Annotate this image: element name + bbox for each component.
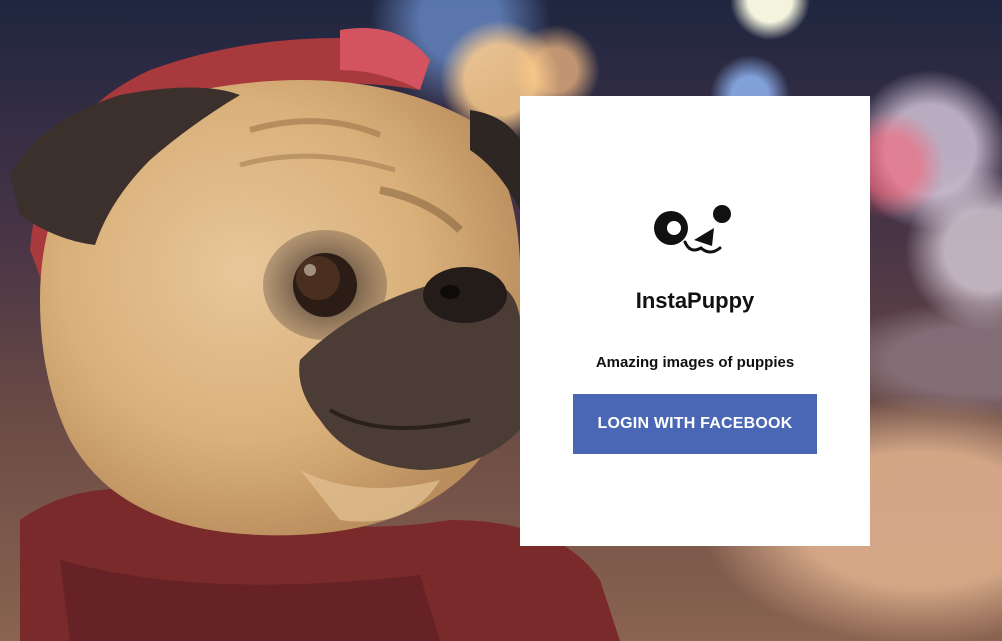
tagline: Amazing images of puppies xyxy=(595,354,795,371)
login-with-facebook-button[interactable]: LOGIN WITH FACEBOOK xyxy=(573,394,817,454)
login-card: InstaPuppy Amazing images of puppies LOG… xyxy=(520,96,870,546)
page: InstaPuppy Amazing images of puppies LOG… xyxy=(0,0,1002,641)
app-title: InstaPuppy xyxy=(635,288,755,313)
puppy-face-icon xyxy=(654,205,731,254)
